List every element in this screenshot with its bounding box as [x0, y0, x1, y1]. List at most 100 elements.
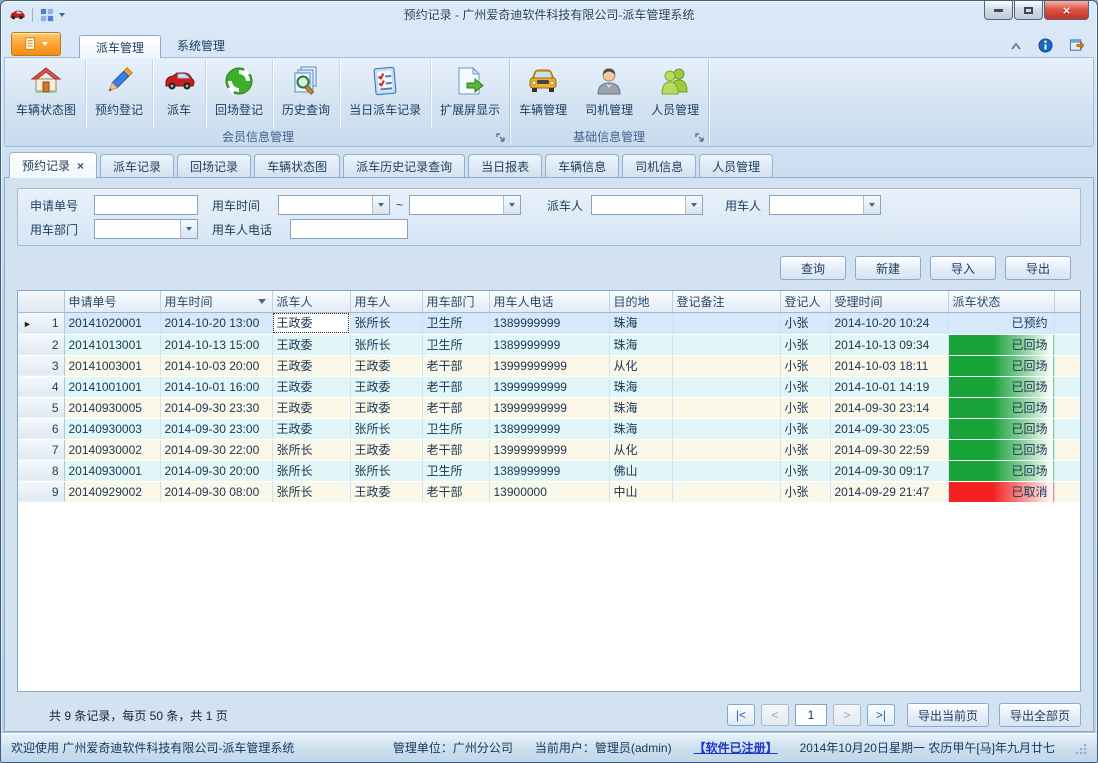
column-header-remark[interactable]: 登记备注: [672, 291, 780, 312]
cell-department[interactable]: 卫生所: [422, 460, 489, 481]
cell-destination[interactable]: 中山: [609, 481, 672, 502]
cell-accept_time[interactable]: 2014-10-01 14:19: [830, 376, 948, 397]
cell-phone[interactable]: 1389999999: [489, 312, 609, 334]
cell-dispatcher[interactable]: 王政委: [272, 355, 350, 376]
use-time-to-combo[interactable]: [409, 195, 521, 215]
page-number-input[interactable]: [795, 704, 827, 726]
cell-registrar[interactable]: 小张: [780, 376, 830, 397]
column-header-department[interactable]: 用车部门: [422, 291, 489, 312]
cell-phone[interactable]: 13999999999: [489, 355, 609, 376]
cell-dispatcher[interactable]: 王政委: [272, 334, 350, 355]
row-indicator-cell[interactable]: 7: [18, 439, 64, 460]
column-header-registrar[interactable]: 登记人: [780, 291, 830, 312]
cell-department[interactable]: 卫生所: [422, 312, 489, 334]
cell-request_no[interactable]: 20141003001: [64, 355, 160, 376]
request-no-input[interactable]: [94, 195, 198, 215]
ribbon-tab-dispatch-manage[interactable]: 派车管理: [79, 35, 161, 58]
cell-phone[interactable]: 13999999999: [489, 376, 609, 397]
cell-request_no[interactable]: 20141001001: [64, 376, 160, 397]
close-tab-icon[interactable]: ×: [77, 161, 84, 171]
column-header-use_time[interactable]: 用车时间: [160, 291, 272, 312]
cell-destination[interactable]: 珠海: [609, 376, 672, 397]
cell-accept_time[interactable]: 2014-09-30 23:14: [830, 397, 948, 418]
cell-remark[interactable]: [672, 355, 780, 376]
doc-tab-daily-report[interactable]: 当日报表: [468, 154, 542, 177]
cell-user[interactable]: 张所长: [350, 418, 422, 439]
cell-registrar[interactable]: 小张: [780, 312, 830, 334]
cell-request_no[interactable]: 20141020001: [64, 312, 160, 334]
ribbon-button-today-dispatch-records[interactable]: 当日派车记录: [340, 59, 431, 128]
cell-department[interactable]: 老干部: [422, 355, 489, 376]
cell-use_time[interactable]: 2014-09-30 23:30: [160, 397, 272, 418]
doc-tab-driver-info[interactable]: 司机信息: [622, 154, 696, 177]
ribbon-button-vehicle-manage[interactable]: 车辆管理: [510, 59, 576, 128]
row-indicator-cell[interactable]: 8: [18, 460, 64, 481]
cell-destination[interactable]: 从化: [609, 355, 672, 376]
cell-status[interactable]: 已预约: [948, 312, 1054, 334]
cell-registrar[interactable]: 小张: [780, 397, 830, 418]
cell-status[interactable]: 已回场: [948, 355, 1054, 376]
ribbon-button-reservation-register[interactable]: 预约登记: [86, 59, 153, 128]
cell-user[interactable]: 王政委: [350, 397, 422, 418]
cell-dispatcher[interactable]: 张所长: [272, 439, 350, 460]
use-time-from-combo[interactable]: [278, 195, 390, 215]
column-header-status[interactable]: 派车状态: [948, 291, 1054, 312]
export-current-page-button[interactable]: 导出当前页: [907, 703, 989, 727]
cell-registrar[interactable]: 小张: [780, 439, 830, 460]
column-header-dispatcher[interactable]: 派车人: [272, 291, 350, 312]
cell-department[interactable]: 卫生所: [422, 418, 489, 439]
cell-dispatcher[interactable]: 王政委: [272, 376, 350, 397]
cell-use_time[interactable]: 2014-10-01 16:00: [160, 376, 272, 397]
cell-use_time[interactable]: 2014-10-20 13:00: [160, 312, 272, 334]
ribbon-button-dispatch[interactable]: 派车: [153, 59, 206, 128]
department-combo[interactable]: [94, 219, 198, 239]
combo-dropdown-button[interactable]: [372, 196, 389, 214]
cell-phone[interactable]: 1389999999: [489, 334, 609, 355]
cell-status[interactable]: 已回场: [948, 334, 1054, 355]
row-indicator-cell[interactable]: 9: [18, 481, 64, 502]
cell-user[interactable]: 王政委: [350, 481, 422, 502]
cell-phone[interactable]: 13999999999: [489, 439, 609, 460]
cell-status[interactable]: 已回场: [948, 418, 1054, 439]
row-indicator-cell[interactable]: 2: [18, 334, 64, 355]
cell-remark[interactable]: [672, 334, 780, 355]
doc-tab-reservation-records[interactable]: 预约记录×: [9, 152, 97, 178]
pager-first-button[interactable]: |<: [727, 704, 755, 726]
cell-user[interactable]: 张所长: [350, 334, 422, 355]
cell-accept_time[interactable]: 2014-10-20 10:24: [830, 312, 948, 334]
cell-dispatcher[interactable]: 王政委: [272, 418, 350, 439]
export-all-pages-button[interactable]: 导出全部页: [999, 703, 1081, 727]
ribbon-button-driver-manage[interactable]: 司机管理: [576, 59, 642, 128]
cell-user[interactable]: 王政委: [350, 439, 422, 460]
cell-request_no[interactable]: 20140930003: [64, 418, 160, 439]
cell-department[interactable]: 卫生所: [422, 334, 489, 355]
cell-remark[interactable]: [672, 312, 780, 334]
application-menu-button[interactable]: [11, 32, 61, 56]
cell-accept_time[interactable]: 2014-09-30 09:17: [830, 460, 948, 481]
cell-phone[interactable]: 13999999999: [489, 397, 609, 418]
row-indicator-cell[interactable]: 6: [18, 418, 64, 439]
cell-remark[interactable]: [672, 460, 780, 481]
new-button[interactable]: 新建: [855, 256, 921, 280]
cell-registrar[interactable]: 小张: [780, 460, 830, 481]
cell-use_time[interactable]: 2014-10-13 15:00: [160, 334, 272, 355]
cell-dispatcher[interactable]: 王政委: [272, 397, 350, 418]
cell-request_no[interactable]: 20140930001: [64, 460, 160, 481]
pager-last-button[interactable]: >|: [867, 704, 895, 726]
cell-destination[interactable]: 珠海: [609, 334, 672, 355]
cell-accept_time[interactable]: 2014-10-13 09:34: [830, 334, 948, 355]
doc-tab-vehicle-status-map[interactable]: 车辆状态图: [254, 154, 340, 177]
minimize-button[interactable]: [984, 1, 1013, 20]
combo-dropdown-button[interactable]: [180, 220, 197, 238]
dialog-launcher-icon[interactable]: [694, 132, 705, 143]
export-button[interactable]: 导出: [1005, 256, 1071, 280]
doc-tab-return-records[interactable]: 回场记录: [177, 154, 251, 177]
combo-dropdown-button[interactable]: [863, 196, 880, 214]
column-header-phone[interactable]: 用车人电话: [489, 291, 609, 312]
row-indicator-cell[interactable]: 5: [18, 397, 64, 418]
cell-accept_time[interactable]: 2014-10-03 18:11: [830, 355, 948, 376]
doc-tab-dispatch-history-query[interactable]: 派车历史记录查询: [343, 154, 465, 177]
cell-request_no[interactable]: 20141013001: [64, 334, 160, 355]
cell-status[interactable]: 已回场: [948, 376, 1054, 397]
user-combo[interactable]: [769, 195, 881, 215]
